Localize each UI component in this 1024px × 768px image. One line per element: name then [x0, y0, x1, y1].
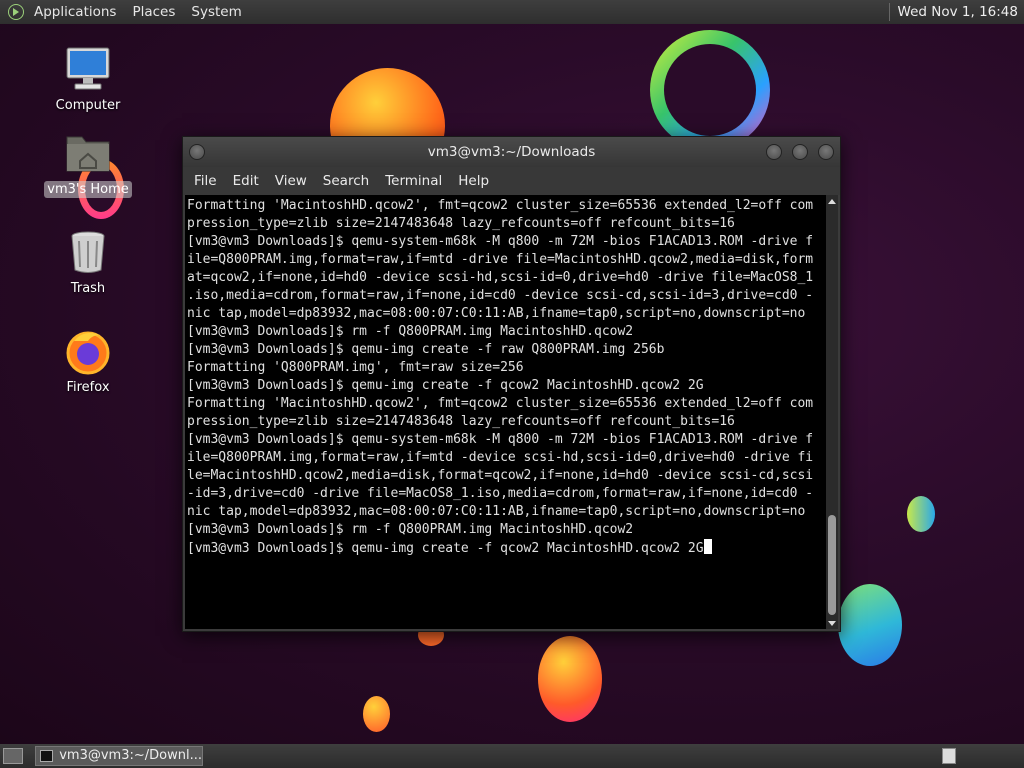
menu-search[interactable]: Search	[315, 173, 377, 189]
menu-help[interactable]: Help	[450, 173, 497, 189]
decor-blob	[838, 584, 902, 666]
terminal-line: [vm3@vm3 Downloads]$ rm -f Q800PRAM.img …	[187, 522, 634, 537]
terminal-line: -id=3,drive=cd0 -drive file=MacOS8_1.iso…	[187, 486, 814, 501]
terminal-prompt-line[interactable]: [vm3@vm3 Downloads]$ qemu-img create -f …	[187, 539, 827, 558]
scroll-down-arrow-icon[interactable]	[828, 621, 836, 626]
clock[interactable]: Wed Nov 1, 16:48	[898, 4, 1024, 20]
desktop-icon-label: Trash	[70, 281, 106, 296]
terminal-line: .iso,media=cdrom,format=raw,if=none,id=c…	[187, 288, 814, 303]
terminal-menubar: File Edit View Search Terminal Help	[183, 167, 840, 195]
text-cursor	[703, 539, 712, 554]
terminal-line: nic tap,model=dp83932,mac=08:00:07:C0:11…	[187, 306, 806, 321]
desktop-icon-label: Firefox	[66, 380, 110, 395]
window-menu-button[interactable]	[189, 144, 205, 160]
terminal-line: le=MacintoshHD.qcow2,media=disk,format=q…	[187, 468, 814, 483]
terminal-line: nic tap,model=dp83932,mac=08:00:07:C0:11…	[187, 504, 806, 519]
desktop-icon-firefox[interactable]: Firefox	[43, 327, 133, 396]
decor-blob	[363, 696, 390, 732]
desktop-icon-computer[interactable]: Computer	[43, 45, 133, 114]
menu-applications[interactable]: Applications	[26, 0, 124, 24]
terminal-line: pression_type=zlib size=2147483648 lazy_…	[187, 414, 735, 429]
decor-blob	[538, 636, 602, 722]
minimize-button[interactable]	[766, 144, 782, 160]
terminal-line: Formatting 'MacintoshHD.qcow2', fmt=qcow…	[187, 198, 814, 213]
panel-separator	[888, 3, 890, 21]
close-button[interactable]	[818, 144, 834, 160]
scrollbar-thumb[interactable]	[828, 515, 836, 615]
terminal-line: [vm3@vm3 Downloads]$ qemu-system-m68k -M…	[187, 234, 814, 249]
home-folder-icon	[64, 129, 112, 177]
desktop-icon-label: Computer	[55, 98, 121, 113]
workspace-switcher[interactable]	[942, 748, 956, 764]
terminal-output[interactable]: Formatting 'MacintoshHD.qcow2', fmt=qcow…	[187, 197, 827, 629]
menu-places[interactable]: Places	[124, 0, 183, 24]
terminal-command-input[interactable]: [vm3@vm3 Downloads]$ qemu-img create -f …	[187, 541, 704, 556]
menu-terminal[interactable]: Terminal	[377, 173, 450, 189]
terminal-line: [vm3@vm3 Downloads]$ qemu-img create -f …	[187, 342, 665, 357]
terminal-line: at=qcow2,if=none,id=hd0 -device scsi-hd,…	[187, 270, 814, 285]
desktop-icon-trash[interactable]: Trash	[43, 228, 133, 297]
window-title: vm3@vm3:~/Downloads	[427, 144, 596, 160]
terminal-icon	[40, 750, 54, 762]
computer-icon	[64, 45, 112, 93]
desktop-icon-home[interactable]: vm3's Home	[43, 129, 133, 198]
desktop-icon-label: vm3's Home	[44, 181, 132, 198]
menu-system[interactable]: System	[183, 0, 249, 24]
applications-menu-icon[interactable]	[8, 4, 24, 20]
taskbar-window-label: vm3@vm3:~/Downl...	[59, 748, 202, 763]
taskbar-window-button[interactable]: vm3@vm3:~/Downl...	[35, 746, 203, 766]
show-desktop-button[interactable]	[3, 748, 23, 764]
menu-view[interactable]: View	[267, 173, 315, 189]
terminal-line: ile=Q800PRAM.img,format=raw,if=mtd -devi…	[187, 450, 814, 465]
menu-edit[interactable]: Edit	[225, 173, 267, 189]
firefox-icon	[64, 327, 112, 375]
window-titlebar[interactable]: vm3@vm3:~/Downloads	[183, 137, 840, 167]
maximize-button[interactable]	[792, 144, 808, 160]
decor-blob	[907, 496, 935, 532]
terminal-line: [vm3@vm3 Downloads]$ rm -f Q800PRAM.img …	[187, 324, 634, 339]
terminal-line: Formatting 'Q800PRAM.img', fmt=raw size=…	[187, 360, 524, 375]
terminal-line: [vm3@vm3 Downloads]$ qemu-system-m68k -M…	[187, 432, 814, 447]
terminal-scrollbar[interactable]	[826, 195, 838, 629]
terminal-line: pression_type=zlib size=2147483648 lazy_…	[187, 216, 735, 231]
terminal-line: Formatting 'MacintoshHD.qcow2', fmt=qcow…	[187, 396, 814, 411]
scroll-up-arrow-icon[interactable]	[828, 199, 836, 204]
terminal-line: ile=Q800PRAM.img,format=raw,if=mtd -driv…	[187, 252, 814, 267]
bottom-panel: vm3@vm3:~/Downl...	[0, 744, 1024, 768]
terminal-body[interactable]: Formatting 'MacintoshHD.qcow2', fmt=qcow…	[185, 195, 838, 629]
top-panel: Applications Places System Wed Nov 1, 16…	[0, 0, 1024, 24]
terminal-line: [vm3@vm3 Downloads]$ qemu-img create -f …	[187, 378, 704, 393]
terminal-window: vm3@vm3:~/Downloads File Edit View Searc…	[182, 136, 841, 632]
trash-icon	[64, 228, 112, 276]
decor-ring	[650, 30, 770, 150]
menu-file[interactable]: File	[186, 173, 225, 189]
